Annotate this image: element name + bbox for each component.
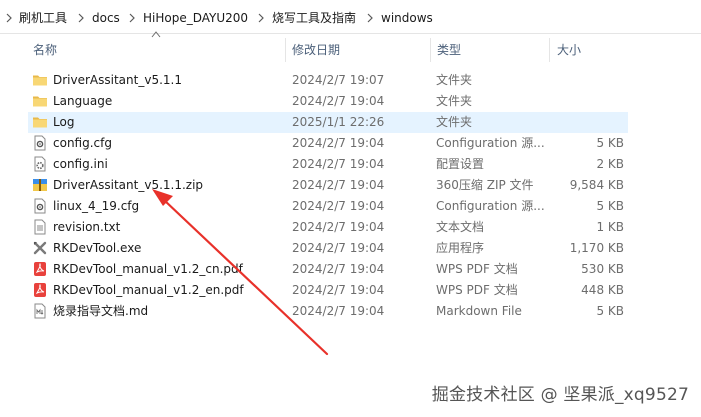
file-date: 2024/2/7 19:04 bbox=[292, 304, 385, 318]
markdown-file-icon bbox=[32, 303, 48, 319]
file-type: 文本文档 bbox=[436, 220, 485, 234]
file-date: 2024/2/7 19:04 bbox=[292, 199, 385, 213]
file-row[interactable]: config.cfg 2024/2/7 19:04 Configuration 源.… bbox=[28, 133, 628, 154]
file-name: RKDevTool_manual_v1.2_en.pdf bbox=[53, 283, 244, 297]
file-row[interactable]: config.ini 2024/2/7 19:04 配置设置 2 KB bbox=[28, 154, 628, 175]
file-size: 2 KB bbox=[596, 157, 624, 171]
file-size: 1 KB bbox=[596, 220, 624, 234]
file-type: WPS PDF 文档 bbox=[436, 283, 518, 297]
config-file-icon bbox=[32, 198, 48, 214]
file-type: Configuration 源... bbox=[436, 136, 545, 150]
file-size: 5 KB bbox=[596, 199, 624, 213]
file-date: 2024/2/7 19:04 bbox=[292, 178, 385, 192]
file-name: config.cfg bbox=[53, 136, 112, 150]
pdf-file-icon bbox=[32, 282, 48, 298]
chevron-right-icon[interactable] bbox=[3, 9, 15, 27]
chevron-right-icon[interactable] bbox=[364, 9, 376, 27]
file-type: 配置设置 bbox=[436, 157, 485, 171]
file-date: 2024/2/7 19:07 bbox=[292, 73, 385, 87]
file-row[interactable]: RKDevTool_manual_v1.2_cn.pdf 2024/2/7 19:… bbox=[28, 259, 628, 280]
file-date: 2024/2/7 19:04 bbox=[292, 220, 385, 234]
file-type: 文件夹 bbox=[436, 115, 473, 129]
breadcrumb-item[interactable]: 烧写工具及指南 bbox=[272, 9, 356, 27]
file-date: 2024/2/7 19:04 bbox=[292, 241, 385, 255]
pdf-file-icon bbox=[32, 261, 48, 277]
file-type: 360压缩 ZIP 文件 bbox=[436, 178, 534, 192]
file-name: RKDevTool.exe bbox=[53, 241, 142, 255]
file-row[interactable]: DriverAssitant_v5.1.1.zip 2024/2/7 19:04 3… bbox=[28, 175, 628, 196]
folder-icon bbox=[32, 72, 48, 88]
file-size: 530 KB bbox=[581, 262, 624, 276]
file-row[interactable]: RKDevTool.exe 2024/2/7 19:04 应用程序 1,170 KB bbox=[28, 238, 628, 259]
file-name: DriverAssitant_v5.1.1.zip bbox=[53, 178, 204, 192]
file-size: 5 KB bbox=[596, 304, 624, 318]
file-date: 2024/2/7 19:04 bbox=[292, 283, 385, 297]
file-name: Log bbox=[53, 115, 75, 129]
address-bar[interactable]: 刷机工具 docs HiHope_DAYU200 烧写工具及指南 windows bbox=[0, 0, 701, 34]
file-size bbox=[554, 112, 624, 133]
file-date: 2024/2/7 19:04 bbox=[292, 136, 385, 150]
file-size: 448 KB bbox=[581, 283, 624, 297]
file-name: RKDevTool_manual_v1.2_cn.pdf bbox=[53, 262, 243, 276]
file-date: 2025/1/1 22:26 bbox=[292, 115, 385, 129]
file-name: DriverAssitant_v5.1.1 bbox=[53, 73, 182, 87]
file-name: linux_4_19.cfg bbox=[53, 199, 140, 213]
text-file-icon bbox=[32, 219, 48, 235]
column-header-date[interactable]: 修改日期 bbox=[292, 36, 340, 64]
file-name: 烧录指导文档.md bbox=[53, 304, 149, 318]
file-date: 2024/2/7 19:04 bbox=[292, 157, 385, 171]
chevron-right-icon[interactable] bbox=[126, 9, 138, 27]
file-name: config.ini bbox=[53, 157, 108, 171]
file-size: 1,170 KB bbox=[569, 241, 624, 255]
column-header-name[interactable]: 名称 bbox=[33, 36, 57, 64]
file-row[interactable]: revision.txt 2024/2/7 19:04 文本文档 1 KB bbox=[28, 217, 628, 238]
file-row[interactable]: Language 2024/2/7 19:04 文件夹 bbox=[28, 91, 628, 112]
file-row[interactable]: Log 2025/1/1 22:26 文件夹 bbox=[28, 112, 628, 133]
column-divider[interactable] bbox=[549, 38, 550, 62]
file-type: WPS PDF 文档 bbox=[436, 262, 518, 276]
file-name: revision.txt bbox=[53, 220, 121, 234]
file-date: 2024/2/7 19:04 bbox=[292, 262, 385, 276]
file-row[interactable]: linux_4_19.cfg 2024/2/7 19:04 Configuratio… bbox=[28, 196, 628, 217]
zip-archive-icon bbox=[32, 177, 48, 193]
column-header-row: 名称 修改日期 类型 大小 bbox=[0, 36, 701, 64]
file-size: 9,584 KB bbox=[569, 178, 624, 192]
file-row[interactable]: 烧录指导文档.md 2024/2/7 19:04 Markdown File 5 KB bbox=[28, 301, 628, 322]
column-header-type[interactable]: 类型 bbox=[437, 36, 461, 64]
file-type: 文件夹 bbox=[436, 73, 473, 87]
folder-icon bbox=[32, 114, 48, 130]
settings-file-icon bbox=[32, 156, 48, 172]
breadcrumb-item[interactable]: docs bbox=[92, 9, 120, 27]
breadcrumb-item[interactable]: HiHope_DAYU200 bbox=[143, 9, 248, 27]
file-type: 文件夹 bbox=[436, 94, 473, 108]
chevron-right-icon[interactable] bbox=[75, 9, 87, 27]
column-divider[interactable] bbox=[430, 38, 431, 62]
chevron-right-icon[interactable] bbox=[255, 9, 267, 27]
breadcrumb-item-current[interactable]: windows bbox=[381, 9, 433, 27]
file-type: Configuration 源... bbox=[436, 199, 545, 213]
config-file-icon bbox=[32, 135, 48, 151]
column-divider[interactable] bbox=[285, 38, 286, 62]
breadcrumb-item[interactable]: 刷机工具 bbox=[19, 9, 67, 27]
file-date: 2024/2/7 19:04 bbox=[292, 94, 385, 108]
file-name: Language bbox=[53, 94, 113, 108]
file-size bbox=[554, 70, 624, 91]
file-type: 应用程序 bbox=[436, 241, 485, 255]
watermark: 掘金技术社区 @ 坚果派_xq9527 bbox=[431, 385, 689, 405]
rkdevtool-app-icon bbox=[32, 240, 48, 256]
column-header-size[interactable]: 大小 bbox=[557, 36, 581, 64]
file-row[interactable]: DriverAssitant_v5.1.1 2024/2/7 19:07 文件夹 bbox=[28, 70, 628, 91]
folder-icon bbox=[32, 93, 48, 109]
file-size bbox=[554, 91, 624, 112]
file-type: Markdown File bbox=[436, 304, 522, 318]
file-row[interactable]: RKDevTool_manual_v1.2_en.pdf 2024/2/7 19:… bbox=[28, 280, 628, 301]
file-size: 5 KB bbox=[596, 136, 624, 150]
